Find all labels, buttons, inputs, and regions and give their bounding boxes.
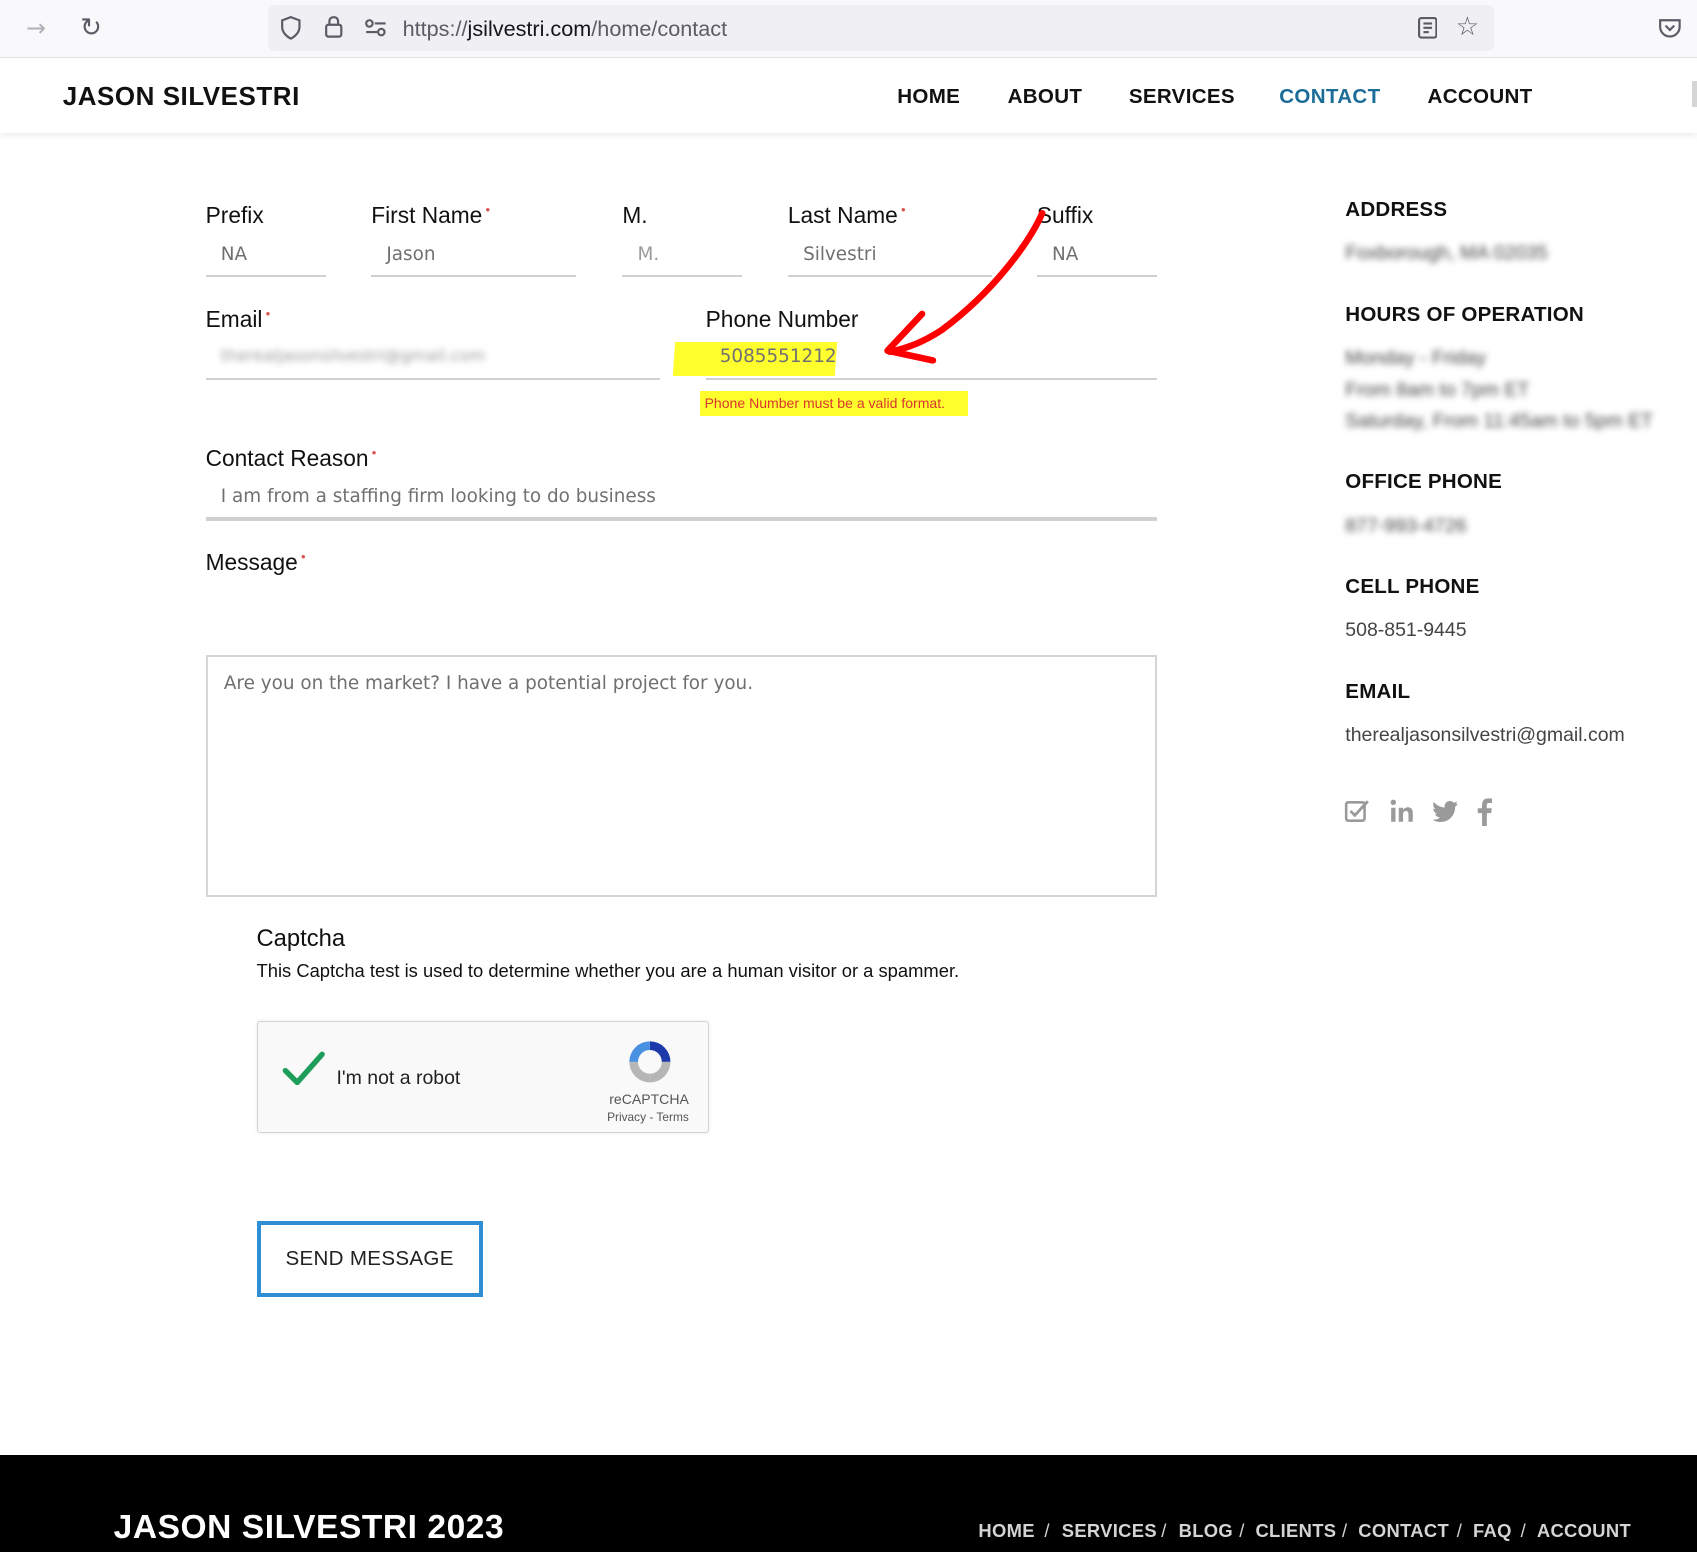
message-label: Message • xyxy=(205,548,306,575)
footer-nav-clients[interactable]: CLIENTS xyxy=(1255,1520,1336,1542)
prefix-label: Prefix xyxy=(205,202,264,229)
url-prefix: https:// xyxy=(402,16,468,42)
facebook-icon[interactable] xyxy=(1476,798,1493,826)
url-text[interactable]: https://jsilvestri.com/home/contact xyxy=(403,16,728,42)
checkmark-icon[interactable] xyxy=(281,1050,326,1089)
footer-separator: / xyxy=(1342,1519,1348,1541)
contact-reason-select[interactable]: I am from a staffing firm looking to do … xyxy=(221,486,656,507)
middle-initial-label: M. xyxy=(622,202,648,229)
last-name-underline xyxy=(787,274,993,278)
recaptcha-link-separator: - xyxy=(646,1110,657,1125)
forward-arrow-icon[interactable]: → xyxy=(26,14,46,42)
email-label: Email • xyxy=(205,306,271,333)
recaptcha-logo-icon xyxy=(629,1041,671,1083)
prefix-underline xyxy=(205,274,326,278)
middle-initial-input[interactable]: M. xyxy=(637,244,659,265)
footer-separator: / xyxy=(1161,1519,1167,1541)
suffix-input[interactable]: NA xyxy=(1052,244,1078,265)
recaptcha-terms-link[interactable]: Terms xyxy=(656,1110,688,1124)
nav-contact[interactable]: CONTACT xyxy=(1279,85,1380,109)
page-scrollbar[interactable] xyxy=(1691,81,1697,108)
send-message-button[interactable]: SEND MESSAGE xyxy=(256,1220,483,1297)
footer-separator: / xyxy=(1239,1519,1245,1541)
first-name-underline xyxy=(371,274,576,278)
last-name-input[interactable]: Silvestri xyxy=(803,244,877,265)
nav-about[interactable]: ABOUT xyxy=(1008,85,1083,109)
contact-reason-underline xyxy=(205,517,1157,521)
footer-brand: JASON SILVESTRI 2023 xyxy=(113,1508,505,1546)
suffix-underline xyxy=(1036,274,1157,278)
footer-nav-contact[interactable]: CONTACT xyxy=(1358,1520,1449,1542)
captcha-description: This Captcha test is used to determine w… xyxy=(256,960,960,981)
hours-line: Saturday, From 11:45am to 5pm ET xyxy=(1345,410,1653,433)
footer-nav-account[interactable]: ACCOUNT xyxy=(1537,1520,1631,1542)
message-textarea[interactable]: Are you on the market? I have a potentia… xyxy=(205,654,1157,898)
lock-icon[interactable] xyxy=(324,15,343,39)
phone-underline xyxy=(705,377,1157,380)
reader-view-icon[interactable] xyxy=(1417,17,1438,39)
recaptcha-widget[interactable]: I'm not a robot reCAPTCHA Privacy - Term… xyxy=(256,1020,709,1134)
address-value: Foxborough, MA 02035 xyxy=(1345,242,1548,265)
suffix-label: Suffix xyxy=(1036,202,1094,229)
cell-phone-value[interactable]: 508-851-9445 xyxy=(1345,619,1466,642)
footer-nav-faq[interactable]: FAQ xyxy=(1473,1520,1512,1542)
last-name-label: Last Name • xyxy=(787,202,906,229)
footer-separator: / xyxy=(1044,1519,1050,1541)
footer-separator: / xyxy=(1520,1519,1526,1541)
phone-input[interactable]: 5085551212 xyxy=(720,346,837,367)
cell-phone-heading: CELL PHONE xyxy=(1345,574,1480,598)
footer-nav-services[interactable]: SERVICES xyxy=(1062,1520,1157,1542)
recaptcha-brand: reCAPTCHA xyxy=(609,1090,689,1107)
pocket-icon[interactable] xyxy=(1658,17,1682,39)
site-footer: JASON SILVESTRI 2023 HOME / SERVICES / B… xyxy=(0,1454,1697,1552)
site-brand[interactable]: JASON SILVESTRI xyxy=(63,81,300,112)
middle-initial-underline xyxy=(622,274,743,278)
url-host: jsilvestri.com xyxy=(467,16,592,42)
site-header: JASON SILVESTRI HOME ABOUT SERVICES CONT… xyxy=(0,59,1697,134)
bookmark-star-icon[interactable]: ☆ xyxy=(1456,12,1479,42)
shield-icon[interactable] xyxy=(280,16,302,41)
first-name-label: First Name • xyxy=(371,202,491,229)
office-phone-heading: OFFICE PHONE xyxy=(1345,469,1503,493)
phone-error-message: Phone Number must be a valid format. xyxy=(704,395,946,412)
footer-nav-blog[interactable]: BLOG xyxy=(1179,1520,1233,1542)
recaptcha-links: Privacy - Terms xyxy=(607,1110,689,1124)
address-heading: ADDRESS xyxy=(1345,198,1448,222)
captcha-title: Captcha xyxy=(256,925,346,953)
url-path: /home/contact xyxy=(591,16,728,42)
nav-account[interactable]: ACCOUNT xyxy=(1428,85,1533,109)
checkbox-icon[interactable] xyxy=(1344,798,1370,824)
contact-reason-label: Contact Reason • xyxy=(205,444,377,471)
browser-toolbar: → ↻ https://jsilvestri.com/home/contact … xyxy=(0,0,1697,59)
twitter-icon[interactable] xyxy=(1432,798,1459,824)
email-value[interactable]: therealjasonsilvestri@gmail.com xyxy=(1345,724,1624,747)
phone-label: Phone Number xyxy=(705,306,859,333)
message-text: Are you on the market? I have a potentia… xyxy=(223,673,754,695)
nav-services[interactable]: SERVICES xyxy=(1129,85,1235,109)
email-input[interactable]: therealjasonsilvestri@gmail.com xyxy=(221,346,486,365)
url-bar[interactable]: https://jsilvestri.com/home/contact ☆ xyxy=(268,5,1494,51)
first-name-input[interactable]: Jason xyxy=(386,244,435,265)
footer-separator: / xyxy=(1456,1519,1462,1541)
nav-home[interactable]: HOME xyxy=(897,85,960,109)
hours-heading: HOURS OF OPERATION xyxy=(1345,303,1584,327)
hours-line: From 8am to 7pm ET xyxy=(1345,378,1530,401)
prefix-input[interactable]: NA xyxy=(221,244,247,265)
email-underline xyxy=(205,377,661,380)
office-phone-value: 877-993-4726 xyxy=(1345,515,1467,538)
permissions-icon[interactable] xyxy=(364,18,388,37)
email-heading: EMAIL xyxy=(1345,679,1411,703)
footer-nav-home[interactable]: HOME xyxy=(978,1520,1034,1542)
recaptcha-label: I'm not a robot xyxy=(336,1067,461,1090)
recaptcha-privacy-link[interactable]: Privacy xyxy=(607,1110,646,1124)
reload-icon[interactable]: ↻ xyxy=(80,13,102,43)
linkedin-icon[interactable] xyxy=(1389,798,1415,824)
hours-line: Monday - Friday xyxy=(1345,347,1486,370)
